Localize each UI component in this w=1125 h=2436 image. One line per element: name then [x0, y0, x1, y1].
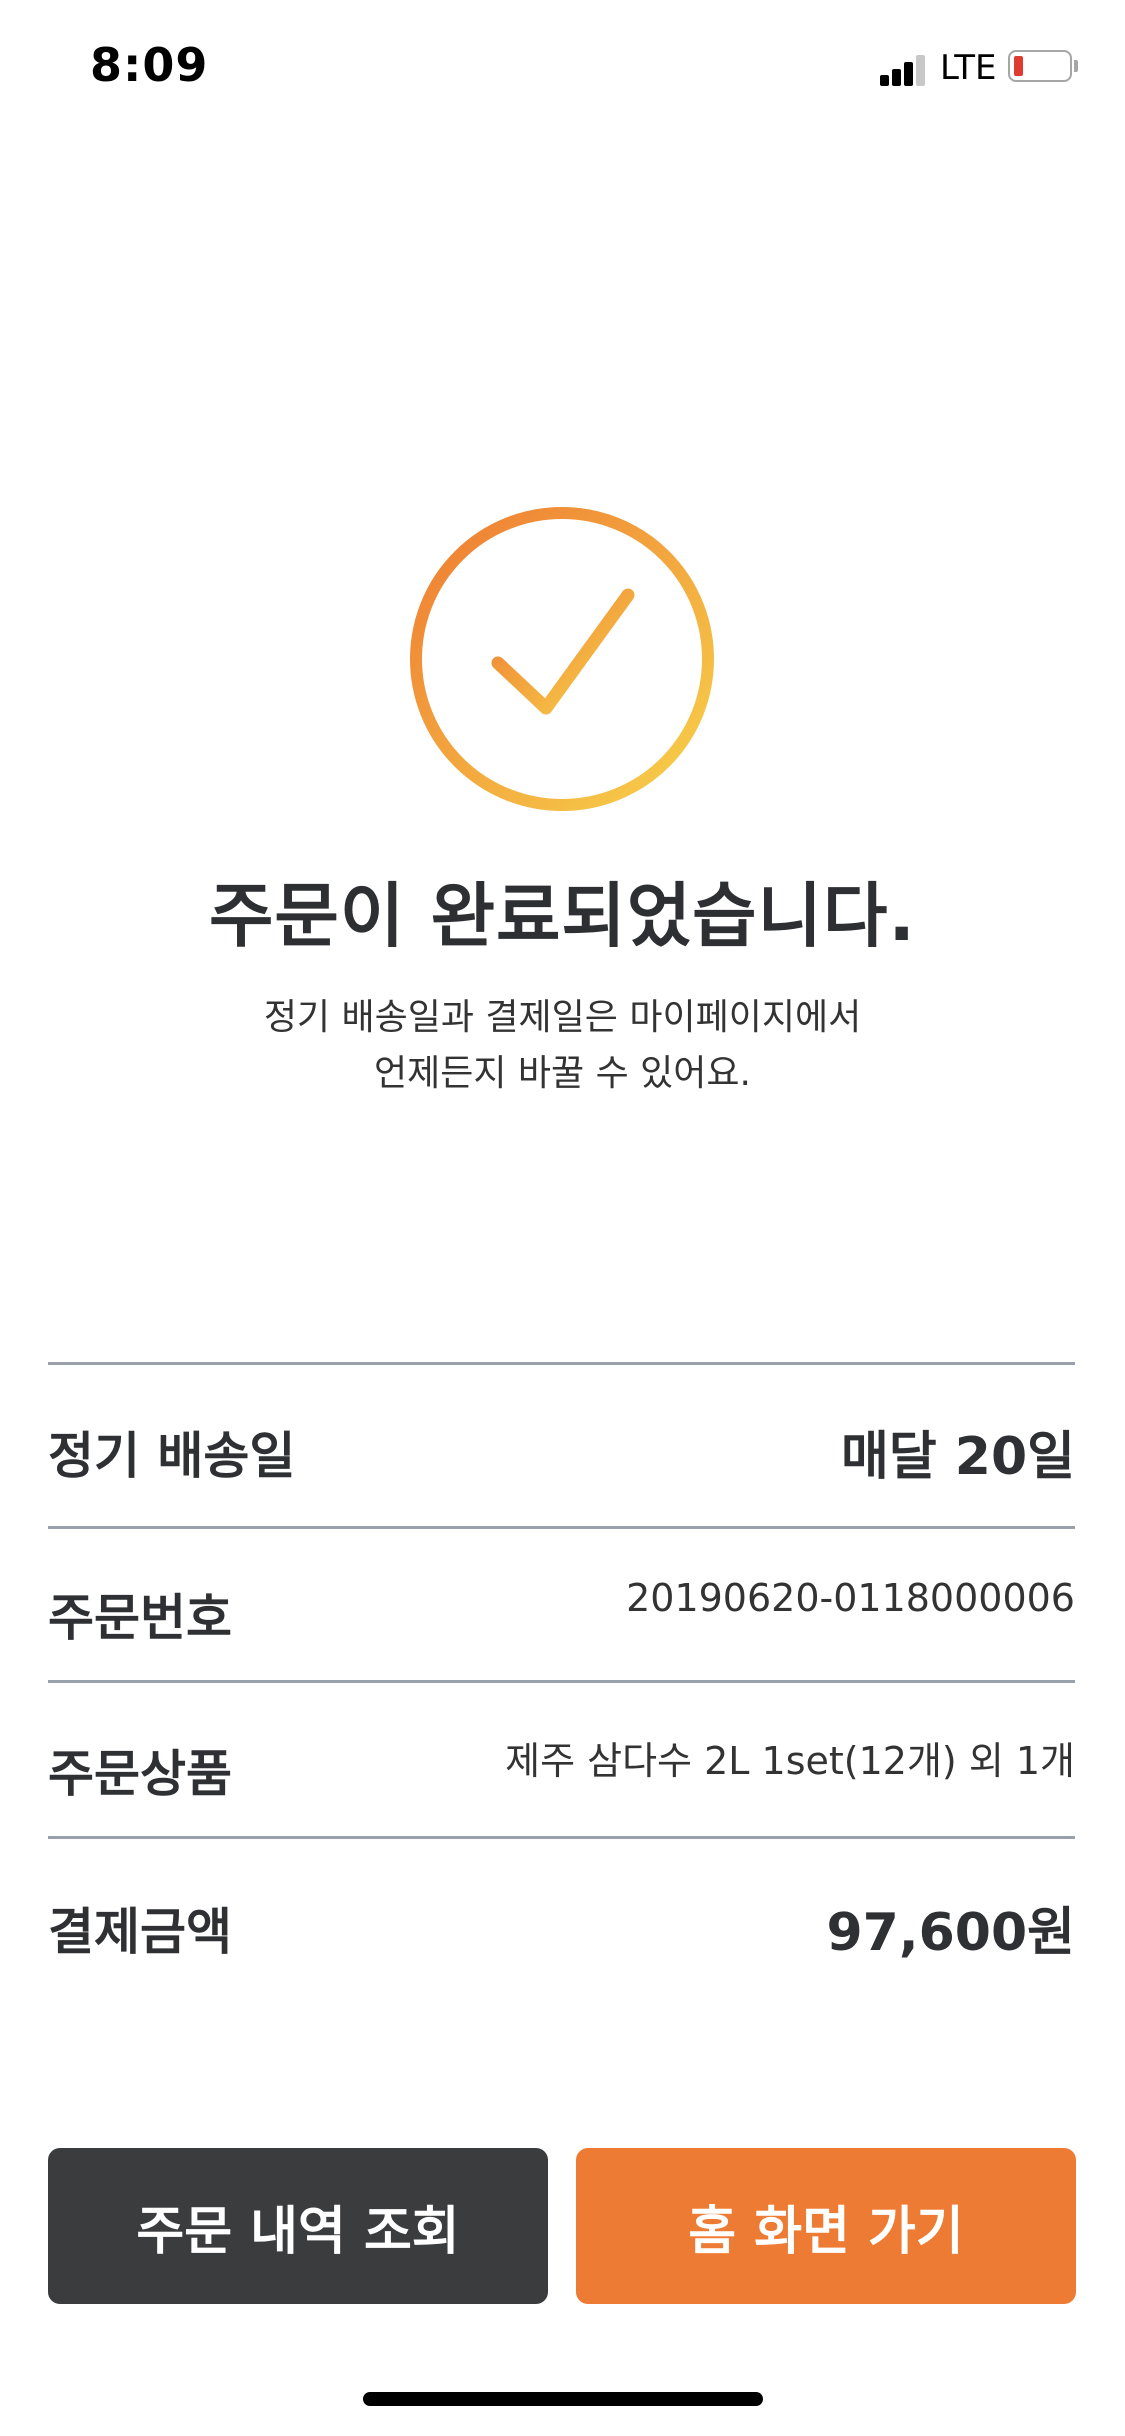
home-indicator: [363, 2392, 763, 2406]
status-time: 8:09: [90, 38, 209, 92]
order-number-value: 20190620-0118000006: [626, 1576, 1075, 1620]
status-bar: 8:09 LTE: [0, 0, 1125, 140]
order-history-button[interactable]: 주문 내역 조회: [48, 2148, 548, 2304]
battery-icon: [1008, 50, 1072, 82]
go-home-button[interactable]: 홈 화면 가기: [576, 2148, 1076, 2304]
divider: [48, 1836, 1075, 1839]
delivery-day-value: 매달 20일: [841, 1427, 1075, 1487]
payment-amount-label: 결제금액: [48, 1903, 232, 1961]
page-title: 주문이 완료되었습니다.: [209, 875, 916, 957]
divider: [48, 1526, 1075, 1529]
success-message-line1: 정기 배송일과 결제일은 마이페이지에서: [263, 997, 862, 1038]
divider: [48, 1680, 1075, 1683]
check-circle-icon: [406, 503, 718, 815]
payment-amount-value: 97,600원: [826, 1903, 1075, 1963]
delivery-day-label: 정기 배송일: [48, 1427, 296, 1485]
network-type: LTE: [940, 48, 997, 88]
signal-icon: [880, 52, 926, 86]
order-product-value: 제주 삼다수 2L 1set(12개) 외 1개: [505, 1739, 1075, 1783]
divider: [48, 1362, 1075, 1365]
battery-tip: [1074, 60, 1078, 72]
success-message: 정기 배송일과 결제일은 마이페이지에서 언제든지 바꿀 수 있어요.: [0, 990, 1125, 1102]
order-number-label: 주문번호: [48, 1589, 232, 1647]
order-product-label: 주문상품: [48, 1745, 232, 1803]
success-message-line2: 언제든지 바꿀 수 있어요.: [374, 1053, 751, 1094]
